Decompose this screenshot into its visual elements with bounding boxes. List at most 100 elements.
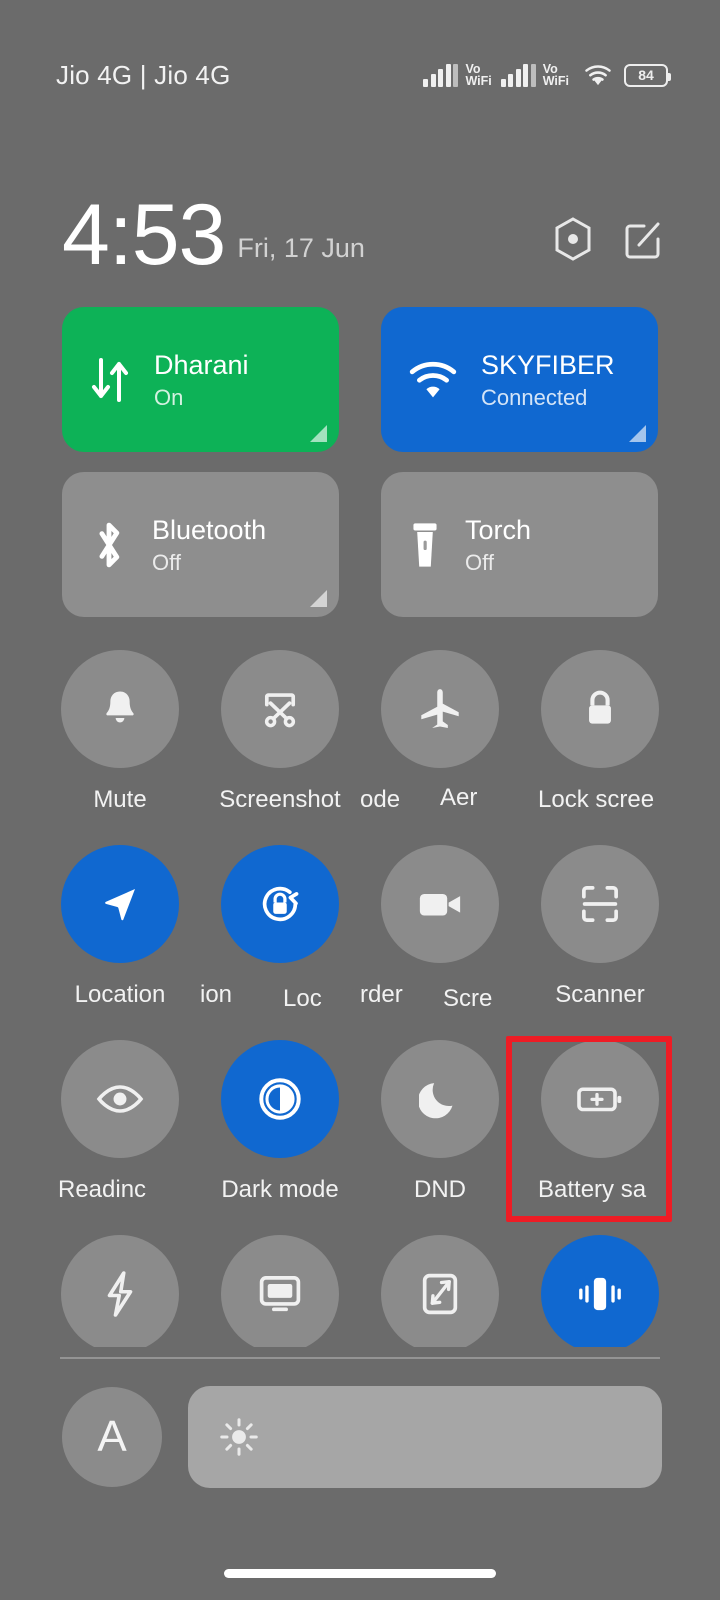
wifi-icon	[583, 63, 613, 87]
tile-torch[interactable]: Torch Off	[381, 472, 658, 617]
torch-icon	[407, 519, 443, 571]
toggle-circle[interactable]	[221, 650, 339, 768]
primary-tiles-row-2: Bluetooth Off Torch Off	[62, 472, 658, 617]
status-bar-icons: Vo WiFi Vo WiFi 84	[423, 61, 671, 88]
toggle-label: Location	[74, 981, 166, 1008]
toggle-circle[interactable]	[61, 650, 179, 768]
toggle-label: Dark mode	[221, 1176, 339, 1203]
toggle-circle[interactable]	[61, 1040, 179, 1158]
tile-expand-indicator[interactable]	[629, 425, 646, 442]
rotation-lock-icon	[257, 881, 303, 927]
auto-brightness-button[interactable]: A	[62, 1387, 162, 1487]
toggle-vibrate[interactable]	[520, 1235, 680, 1347]
clock-time: 4:53	[62, 187, 226, 283]
toggle-rotation-lock[interactable]: ion	[200, 845, 360, 1040]
toggle-label-aeroplane-tail: Aer	[440, 784, 478, 811]
edit-tiles-icon[interactable]	[622, 217, 664, 261]
clock-actions	[552, 216, 664, 274]
toggle-aeroplane-mode[interactable]: ode	[360, 650, 520, 845]
toggle-label: Scanner	[555, 981, 645, 1008]
toggle-label: Readinc	[58, 1176, 147, 1203]
toggle-full-screen[interactable]	[360, 1235, 520, 1347]
battery-plus-icon	[576, 1083, 624, 1115]
toggle-circle[interactable]	[381, 1235, 499, 1347]
toggle-circle[interactable]	[541, 650, 659, 768]
contrast-circle-icon	[257, 1076, 303, 1122]
toggle-label: Battery sa	[538, 1176, 647, 1203]
tile-mobile-data[interactable]: Dharani On	[62, 307, 339, 452]
battery-icon: 84	[624, 63, 671, 87]
toggle-circle[interactable]	[221, 845, 339, 963]
aeroplane-icon	[417, 686, 463, 732]
toggle-dnd[interactable]: DND	[360, 1040, 520, 1235]
toggle-power-saving[interactable]	[40, 1235, 200, 1347]
tile-subtitle: Off	[465, 550, 494, 575]
toggle-label: Screenshot	[219, 786, 341, 813]
toggle-row-4	[40, 1235, 680, 1347]
tile-wifi[interactable]: SKYFIBER Connected	[381, 307, 658, 452]
primary-tiles: Dharani On SKYFIBER Connected Bluetooth …	[62, 307, 658, 637]
status-bar: Jio 4G | Jio 4G Vo WiFi Vo WiFi 84	[0, 0, 720, 150]
toggle-circle[interactable]	[61, 845, 179, 963]
tile-subtitle: Off	[152, 550, 181, 575]
auto-brightness-label: A	[97, 1412, 127, 1461]
lightning-bolt-icon	[101, 1270, 139, 1318]
tile-title: Torch	[465, 515, 532, 545]
bluetooth-icon	[88, 518, 130, 572]
screenshot-scissors-icon	[258, 687, 302, 731]
moon-icon	[419, 1077, 461, 1121]
toggle-dark-mode[interactable]: Dark mode	[200, 1040, 360, 1235]
carrier-label: Jio 4G | Jio 4G	[56, 59, 231, 90]
toggle-label-recorder-tail: Scre	[443, 985, 493, 1012]
toggle-circle[interactable]	[541, 1235, 659, 1347]
toggle-label: Mute	[93, 786, 147, 813]
bell-icon	[101, 687, 139, 731]
vowifi-icon: Vo WiFi	[465, 61, 492, 88]
settings-gear-icon[interactable]	[552, 216, 594, 262]
toggle-mute[interactable]: Mute	[40, 650, 200, 845]
toggle-cast[interactable]	[200, 1235, 360, 1347]
tile-title: Bluetooth	[152, 515, 267, 545]
toggle-circle[interactable]	[381, 650, 499, 768]
toggle-circle[interactable]	[221, 1235, 339, 1347]
brightness-row: A	[62, 1386, 662, 1488]
eye-icon	[96, 1082, 144, 1116]
quick-toggle-grid: Mute Screenshot ode Lock scree Location …	[40, 650, 680, 1347]
battery-percent-label: 84	[638, 67, 654, 83]
toggle-circle[interactable]	[541, 1040, 659, 1158]
video-camera-icon	[417, 887, 463, 921]
sun-brightness-icon	[218, 1416, 260, 1458]
location-arrow-icon	[99, 883, 141, 925]
tile-expand-indicator[interactable]	[310, 425, 327, 442]
toggle-reading-mode[interactable]: Readinc	[40, 1040, 200, 1235]
qr-scanner-icon	[578, 882, 622, 926]
tile-subtitle: On	[154, 385, 184, 410]
toggle-location[interactable]: Location	[40, 845, 200, 1040]
toggle-circle[interactable]	[221, 1040, 339, 1158]
padlock-icon	[581, 687, 619, 731]
toggle-lock-screen[interactable]: Lock scree	[520, 650, 680, 845]
brightness-slider[interactable]	[188, 1386, 662, 1488]
toggle-screenshot[interactable]: Screenshot	[200, 650, 360, 845]
toggle-circle[interactable]	[61, 1235, 179, 1347]
toggle-scanner[interactable]: Scanner	[520, 845, 680, 1040]
tile-bluetooth[interactable]: Bluetooth Off	[62, 472, 339, 617]
toggle-screen-recorder[interactable]: rder	[360, 845, 520, 1040]
toggle-circle[interactable]	[381, 1040, 499, 1158]
clock-date: Fri, 17 Jun	[237, 233, 365, 263]
toggle-label: ion	[200, 981, 233, 1008]
toggle-battery-saver[interactable]: Battery sa	[520, 1040, 680, 1235]
panel-divider	[60, 1357, 660, 1359]
tile-subtitle: Connected	[481, 385, 588, 410]
monitor-cast-icon	[257, 1273, 303, 1315]
toggle-label: Lock scree	[538, 786, 655, 813]
tile-expand-indicator[interactable]	[310, 590, 327, 607]
clock-row: 4:53 Fri, 17 Jun	[0, 178, 720, 283]
toggle-circle[interactable]	[541, 845, 659, 963]
toggle-circle[interactable]	[381, 845, 499, 963]
toggle-label: rder	[360, 981, 403, 1008]
toggle-label-rotation-tail: Loc	[283, 985, 322, 1012]
vibrate-icon	[577, 1272, 623, 1316]
tile-title: Dharani	[154, 350, 249, 380]
home-gesture-bar[interactable]	[224, 1569, 496, 1578]
